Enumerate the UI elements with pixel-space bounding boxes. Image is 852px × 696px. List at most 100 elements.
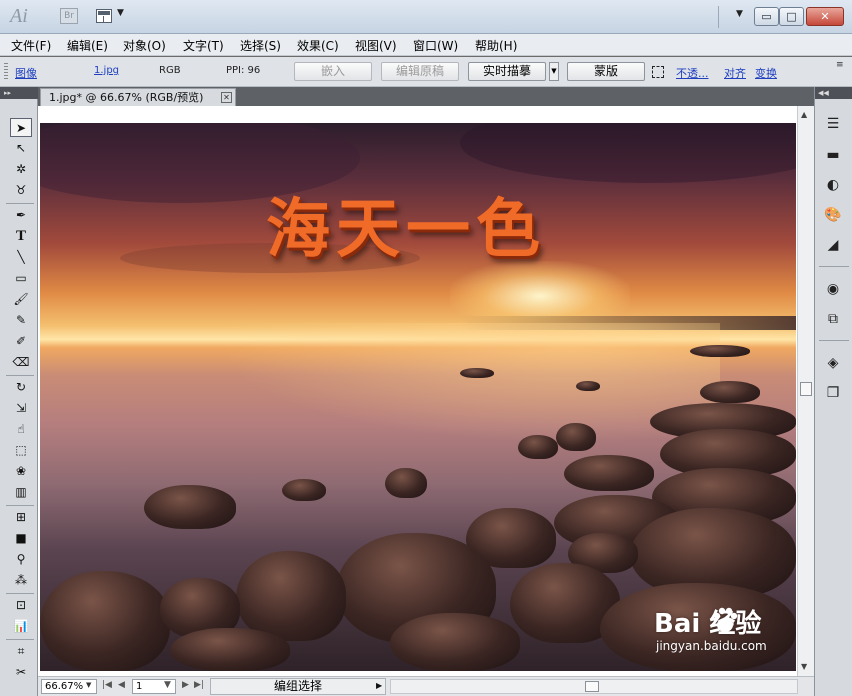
live-trace-button[interactable]: 实时描摹 <box>468 62 546 81</box>
symbols-icon[interactable]: ⧉ <box>823 310 843 328</box>
direct-selection-icon: ↖ <box>15 141 27 155</box>
document-canvas[interactable]: 海天一色 Bai 经验 jingyan.baidu.com <box>38 106 814 676</box>
stroke-panel-icon[interactable]: ☰ <box>823 115 843 133</box>
type-icon: T <box>15 228 26 244</box>
paintbrush-icon: 🖌 <box>13 292 29 306</box>
menu-effect[interactable]: 效果(C) <box>297 37 339 54</box>
symbol-sprayer-tool[interactable]: ❀ <box>10 462 32 481</box>
scroll-down-icon[interactable]: ▼ <box>801 662 807 671</box>
artboard-tool[interactable]: ⌗ <box>10 642 32 661</box>
mask-button[interactable]: 蒙版 <box>567 62 645 81</box>
image-type-link[interactable]: 图像 <box>15 65 37 81</box>
menu-type[interactable]: 文字(T) <box>183 37 224 54</box>
file-name-link[interactable]: 1.jpg <box>94 65 119 76</box>
gradient-tool[interactable]: ■ <box>10 529 32 548</box>
artboard-dropdown-icon[interactable]: ▼ <box>164 680 171 690</box>
type-tool[interactable]: T <box>10 227 32 246</box>
close-button[interactable]: ✕ <box>806 7 844 26</box>
scroll-up-icon[interactable]: ▲ <box>801 110 807 119</box>
scale-icon: ⇲ <box>15 401 27 415</box>
paintbrush-tool[interactable]: 🖌 <box>10 290 32 309</box>
panel-dock-expand-icon[interactable]: ◀◀ <box>815 87 852 99</box>
menu-object[interactable]: 对象(O) <box>123 37 166 54</box>
artboards-icon[interactable]: ❐ <box>823 384 843 402</box>
edit-original-button[interactable]: 编辑原稿 <box>381 62 459 81</box>
live-paint-tool[interactable]: ⊡ <box>10 596 32 615</box>
status-menu-icon[interactable]: ▶ <box>376 681 382 690</box>
horizontal-scrollbar[interactable] <box>390 679 798 694</box>
rectangle-icon: ▭ <box>15 271 27 285</box>
align-link[interactable]: 对齐 <box>724 65 746 81</box>
embed-button[interactable]: 嵌入 <box>294 62 372 81</box>
line-tool[interactable]: ╲ <box>10 248 32 267</box>
arrange-documents-icon[interactable] <box>96 9 112 23</box>
cloud-shape <box>460 123 796 183</box>
opacity-link[interactable]: 不透... <box>676 65 709 81</box>
maximize-button[interactable]: □ <box>779 7 804 26</box>
artboard-icon: ⌗ <box>17 644 25 658</box>
mesh-tool[interactable]: ⊞ <box>10 508 32 527</box>
appearance-panel-icon[interactable]: ◢ <box>823 236 843 254</box>
selection-tool[interactable]: ➤ <box>10 118 32 137</box>
menu-window[interactable]: 窗口(W) <box>413 37 458 54</box>
workspace-dropdown-icon[interactable]: ▼ <box>736 9 743 19</box>
horizontal-scroll-thumb[interactable] <box>585 681 599 692</box>
slice-tool[interactable]: ✂ <box>10 663 32 682</box>
scale-tool[interactable]: ⇲ <box>10 399 32 418</box>
last-artboard-icon[interactable]: ▶| <box>194 680 204 690</box>
rock <box>564 455 654 491</box>
illustrator-logo: Ai <box>10 5 28 27</box>
eyedropper-tool[interactable]: ⚲ <box>10 550 32 569</box>
magic-wand-tool[interactable]: ✲ <box>10 160 32 179</box>
control-panel-menu-icon[interactable]: ≡ <box>836 60 844 70</box>
blend-tool[interactable]: ⁂ <box>10 571 32 590</box>
transparency-panel-icon[interactable]: ◐ <box>823 176 843 194</box>
menu-select[interactable]: 选择(S) <box>240 37 281 54</box>
vertical-scroll-thumb[interactable] <box>800 382 812 396</box>
lasso-tool[interactable]: ♉ <box>10 181 32 200</box>
close-tab-icon[interactable]: ✕ <box>221 92 232 103</box>
pencil-tool[interactable]: ✎ <box>10 311 32 330</box>
first-artboard-icon[interactable]: |◀ <box>102 680 112 690</box>
bar-chart-tool[interactable]: 📊 <box>10 617 32 636</box>
baidu-watermark: Bai 经验 jingyan.baidu.com <box>654 603 796 663</box>
tools-panel-collapse-icon[interactable]: ▸▸ <box>0 87 38 99</box>
graphic-styles-icon[interactable]: ◉ <box>823 280 843 298</box>
menu-file[interactable]: 文件(F) <box>11 37 51 54</box>
direct-selection-tool[interactable]: ↖ <box>10 139 32 158</box>
pen-tool[interactable]: ✒ <box>10 206 32 225</box>
menu-edit[interactable]: 编辑(E) <box>67 37 108 54</box>
trace-options-dropdown[interactable]: ▼ <box>549 62 559 81</box>
rock <box>170 628 290 671</box>
water-reflection <box>220 323 720 443</box>
crop-mask-icon[interactable] <box>652 66 664 78</box>
blob-brush-tool[interactable]: ✐ <box>10 332 32 351</box>
placed-image[interactable]: 海天一色 Bai 经验 jingyan.baidu.com <box>40 123 796 671</box>
rectangle-tool[interactable]: ▭ <box>10 269 32 288</box>
watermark-url: jingyan.baidu.com <box>656 639 767 653</box>
eraser-icon: ⌫ <box>12 355 30 369</box>
minimize-button[interactable]: ▭ <box>754 7 779 26</box>
status-mode-display[interactable]: 编组选择 <box>210 678 386 695</box>
eraser-tool[interactable]: ⌫ <box>10 353 32 372</box>
menu-help[interactable]: 帮助(H) <box>475 37 517 54</box>
color-panel-icon[interactable]: 🎨 <box>823 206 843 224</box>
tools-panel: ▸▸ ➤ ↖ ✲ ♉ ✒ T ╲ ▭ 🖌 ✎ ✐ ⌫ ↻ ⇲ ☝ ⬚ ❀ ▥ ⊞… <box>0 87 38 696</box>
vertical-scrollbar[interactable]: ▲ ▼ <box>797 106 814 676</box>
menu-view[interactable]: 视图(V) <box>355 37 397 54</box>
gradient-panel-icon[interactable]: ▬ <box>823 146 843 164</box>
arrange-dropdown-icon[interactable]: ▼ <box>117 8 124 18</box>
bridge-button[interactable]: Br <box>60 8 78 24</box>
free-transform-tool[interactable]: ⬚ <box>10 441 32 460</box>
column-graph-tool[interactable]: ▥ <box>10 483 32 502</box>
magic-wand-icon: ✲ <box>15 162 27 176</box>
document-tab[interactable]: 1.jpg* @ 66.67% (RGB/预览) ✕ <box>40 88 236 106</box>
rotate-tool[interactable]: ↻ <box>10 378 32 397</box>
warp-tool[interactable]: ☝ <box>10 420 32 439</box>
transform-link[interactable]: 变换 <box>755 65 777 81</box>
next-artboard-icon[interactable]: ▶ <box>182 680 189 690</box>
prev-artboard-icon[interactable]: ◀ <box>118 680 125 690</box>
control-bar-grip[interactable] <box>4 63 8 81</box>
layers-icon[interactable]: ◈ <box>823 354 843 372</box>
zoom-dropdown-icon[interactable]: ▼ <box>86 681 91 689</box>
